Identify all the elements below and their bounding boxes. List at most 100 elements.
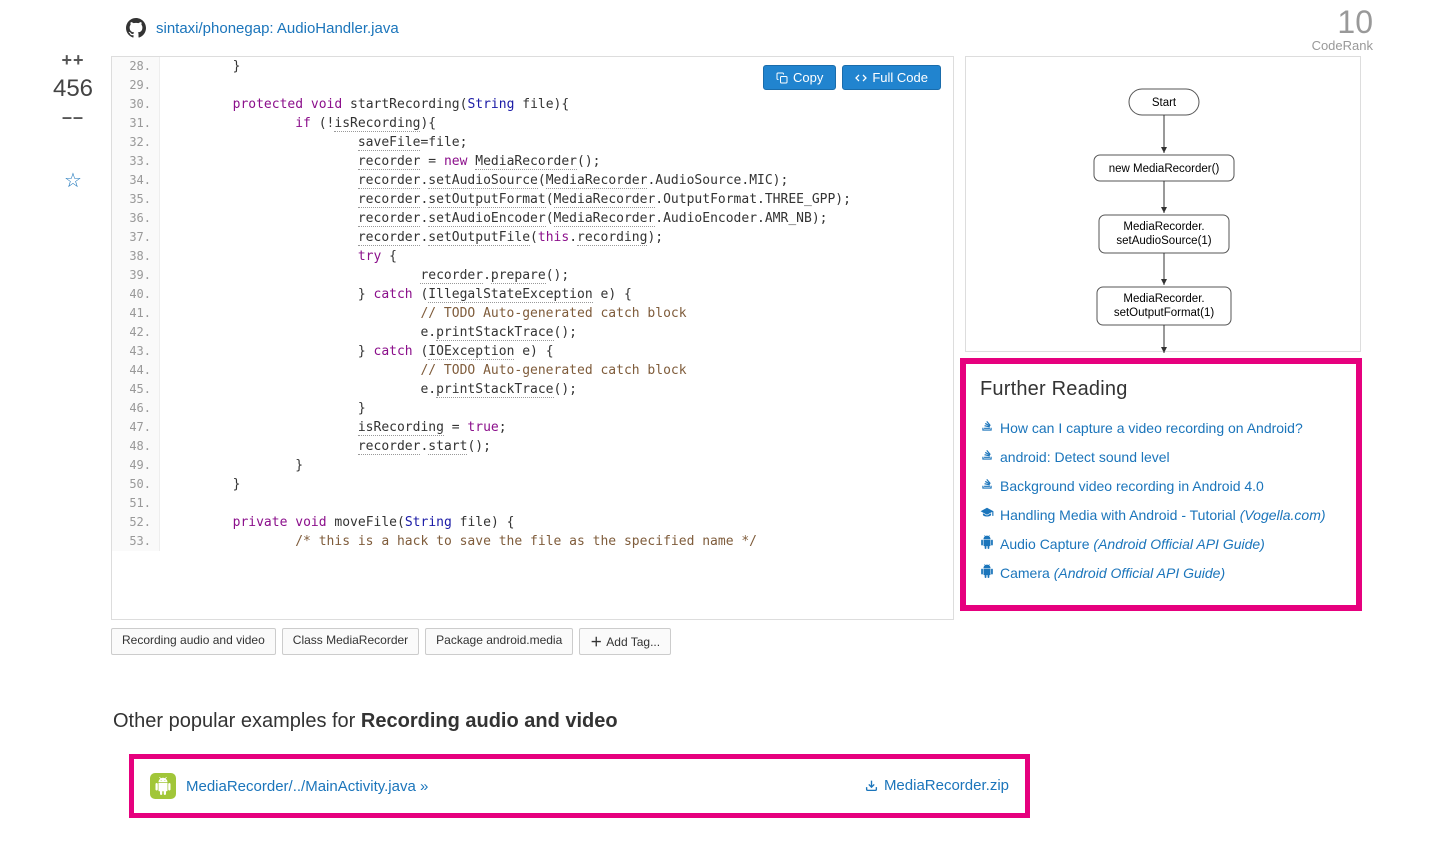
download-icon — [865, 779, 878, 792]
flow-node-3b: setOutputFormat(1) — [1114, 307, 1215, 319]
upvote-button[interactable]: ++ — [48, 50, 98, 71]
flow-node-3a: MediaRecorder. — [1123, 293, 1204, 305]
further-reading-link[interactable]: Handling Media with Android - Tutorial (… — [1000, 507, 1326, 523]
further-reading-link[interactable]: How can I capture a video recording on A… — [1000, 420, 1303, 436]
code-panel: Copy Full Code 28. }29. 30. protected vo… — [111, 56, 954, 620]
code-line: 29. — [112, 76, 953, 95]
download-label: MediaRecorder.zip — [884, 777, 1009, 794]
code-src: // TODO Auto-generated catch block — [160, 304, 687, 323]
line-number: 47. — [112, 418, 160, 437]
favorite-star-icon[interactable]: ☆ — [48, 168, 98, 193]
github-icon — [126, 18, 146, 38]
further-reading-link[interactable]: android: Detect sound level — [1000, 449, 1170, 465]
code-listing[interactable]: 28. }29. 30. protected void startRecordi… — [112, 57, 953, 619]
line-number: 37. — [112, 228, 160, 247]
code-src: recorder.prepare(); — [160, 266, 569, 285]
section-prefix: Other popular examples for — [113, 710, 361, 732]
tags-row: Recording audio and videoClass MediaReco… — [111, 628, 671, 655]
code-src — [160, 494, 178, 513]
android-badge-icon — [150, 773, 176, 799]
so-icon — [980, 419, 994, 436]
repo-link[interactable]: sintaxi/phonegap: AudioHandler.java — [156, 20, 399, 37]
further-reading-item: Camera (Android Official API Guide) — [980, 558, 1342, 587]
line-number: 36. — [112, 209, 160, 228]
code-line: 48. recorder.start(); — [112, 437, 953, 456]
flow-node-2a: MediaRecorder. — [1123, 221, 1204, 233]
example-right: MediaRecorder.zip — [865, 777, 1009, 795]
plus-icon: ＋ — [590, 635, 602, 649]
so-icon — [980, 477, 994, 494]
popular-example-row: MediaRecorder/../MainActivity.java » Med… — [129, 754, 1030, 818]
code-line: 45. e.printStackTrace(); — [112, 380, 953, 399]
code-src: recorder.setAudioEncoder(MediaRecorder.A… — [160, 209, 827, 228]
line-number: 30. — [112, 95, 160, 114]
line-number: 45. — [112, 380, 160, 399]
tag[interactable]: Package android.media — [425, 628, 573, 655]
further-reading-box: Further Reading How can I capture a vide… — [960, 358, 1362, 611]
line-number: 38. — [112, 247, 160, 266]
code-src: saveFile=file; — [160, 133, 467, 152]
code-src: recorder = new MediaRecorder(); — [160, 152, 601, 171]
further-reading-item: Audio Capture (Android Official API Guid… — [980, 529, 1342, 558]
line-number: 43. — [112, 342, 160, 361]
code-line: 40. } catch (IllegalStateException e) { — [112, 285, 953, 304]
code-line: 52. private void moveFile(String file) { — [112, 513, 953, 532]
line-number: 28. — [112, 57, 160, 76]
code-src: recorder.start(); — [160, 437, 491, 456]
further-reading-title: Further Reading — [980, 378, 1342, 401]
flow-node-1: new MediaRecorder() — [1109, 163, 1220, 175]
code-line: 36. recorder.setAudioEncoder(MediaRecord… — [112, 209, 953, 228]
example-download-link[interactable]: MediaRecorder.zip — [865, 777, 1009, 794]
code-line: 49. } — [112, 456, 953, 475]
code-src: private void moveFile(String file) { — [160, 513, 514, 532]
code-line: 33. recorder = new MediaRecorder(); — [112, 152, 953, 171]
further-reading-link[interactable]: Audio Capture (Android Official API Guid… — [1000, 536, 1265, 552]
tag[interactable]: Recording audio and video — [111, 628, 276, 655]
further-reading-link[interactable]: Background video recording in Android 4.… — [1000, 478, 1264, 494]
further-reading-meta: (Android Official API Guide) — [1093, 536, 1264, 552]
code-line: 34. recorder.setAudioSource(MediaRecorde… — [112, 171, 953, 190]
line-number: 51. — [112, 494, 160, 513]
code-line: 35. recorder.setOutputFormat(MediaRecord… — [112, 190, 953, 209]
line-number: 41. — [112, 304, 160, 323]
tag[interactable]: Class MediaRecorder — [282, 628, 419, 655]
code-src: } — [160, 57, 240, 76]
line-number: 40. — [112, 285, 160, 304]
further-reading-link[interactable]: Camera (Android Official API Guide) — [1000, 565, 1225, 581]
section-heading: Other popular examples for Recording aud… — [113, 710, 618, 733]
code-src: } catch (IllegalStateException e) { — [160, 285, 632, 304]
line-number: 44. — [112, 361, 160, 380]
code-line: 39. recorder.prepare(); — [112, 266, 953, 285]
code-line: 41. // TODO Auto-generated catch block — [112, 304, 953, 323]
line-number: 29. — [112, 76, 160, 95]
android-icon — [980, 564, 994, 581]
section-bold: Recording audio and video — [361, 710, 618, 732]
coderank-badge: 10 CodeRank — [1312, 6, 1373, 53]
code-src: try { — [160, 247, 397, 266]
code-line: 30. protected void startRecording(String… — [112, 95, 953, 114]
flowchart-svg: Start new MediaRecorder() MediaRecorder.… — [966, 57, 1362, 353]
line-number: 31. — [112, 114, 160, 133]
source-header: sintaxi/phonegap: AudioHandler.java — [126, 18, 399, 38]
code-line: 46. } — [112, 399, 953, 418]
code-line: 28. } — [112, 57, 953, 76]
code-line: 43. } catch (IOException e) { — [112, 342, 953, 361]
add-tag-button[interactable]: ＋Add Tag... — [579, 628, 671, 655]
code-src: // TODO Auto-generated catch block — [160, 361, 687, 380]
code-line: 37. recorder.setOutputFile(this.recordin… — [112, 228, 953, 247]
downvote-button[interactable]: –– — [48, 107, 98, 128]
further-reading-item: Handling Media with Android - Tutorial (… — [980, 500, 1342, 529]
line-number: 48. — [112, 437, 160, 456]
code-line: 31. if (!isRecording){ — [112, 114, 953, 133]
code-src: recorder.setAudioSource(MediaRecorder.Au… — [160, 171, 788, 190]
example-file-link[interactable]: MediaRecorder/../MainActivity.java » — [186, 778, 428, 795]
flow-node-2b: setAudioSource(1) — [1116, 235, 1211, 247]
line-number: 52. — [112, 513, 160, 532]
grad-icon — [980, 506, 994, 523]
code-line: 50. } — [112, 475, 953, 494]
code-src: isRecording = true; — [160, 418, 507, 437]
line-number: 34. — [112, 171, 160, 190]
line-number: 49. — [112, 456, 160, 475]
code-src: } — [160, 475, 240, 494]
code-src: if (!isRecording){ — [160, 114, 436, 133]
